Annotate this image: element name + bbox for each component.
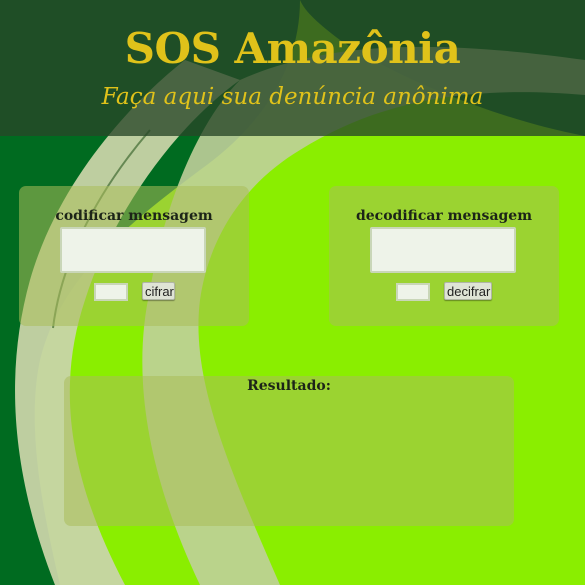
decode-panel-label: decodificar mensagem	[355, 208, 533, 224]
encode-message-input[interactable]	[60, 227, 206, 273]
result-panel: Resultado:	[64, 376, 514, 526]
encode-key-input[interactable]	[94, 283, 128, 301]
result-output	[74, 402, 504, 516]
decode-key-input[interactable]	[396, 283, 430, 301]
encode-panel-label: codificar mensagem	[55, 208, 213, 224]
result-label: Resultado:	[247, 378, 331, 394]
decifrar-button[interactable]: decifrar	[444, 282, 492, 300]
header-banner: SOS Amazônia Faça aqui sua denúncia anôn…	[0, 0, 585, 136]
cifrar-button[interactable]: cifrar	[142, 282, 175, 300]
page-title: SOS Amazônia	[124, 24, 461, 73]
decode-panel: decodificar mensagem decifrar	[329, 186, 559, 326]
page-subtitle: Faça aqui sua denúncia anônima	[101, 84, 484, 110]
decode-message-input[interactable]	[370, 227, 516, 273]
encode-panel: codificar mensagem cifrar	[19, 186, 249, 326]
